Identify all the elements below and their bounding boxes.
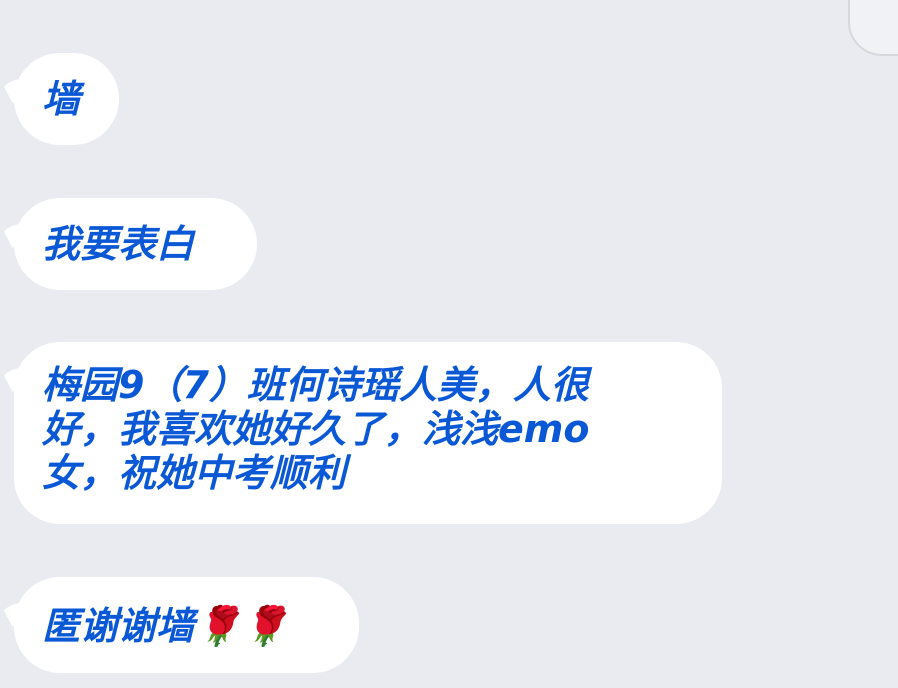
message-bubble[interactable]: 我要表白 <box>14 198 257 290</box>
message-bubble[interactable]: 匿谢谢墙🌹🌹 <box>14 577 359 673</box>
message-text: 匿谢谢墙🌹🌹 <box>42 604 289 648</box>
message-bubble[interactable]: 梅园9（7）班何诗瑶人美，人很 好，我喜欢她好久了，浅浅emo 女，祝她中考顺利 <box>14 342 722 524</box>
message-text: 梅园9（7）班何诗瑶人美，人很 好，我喜欢她好久了，浅浅emo 女，祝她中考顺利 <box>42 363 590 495</box>
chat-thread: 墙 我要表白 梅园9（7）班何诗瑶人美，人很 好，我喜欢她好久了，浅浅emo 女… <box>0 0 898 688</box>
message-text: 墙 <box>42 77 81 121</box>
message-text: 我要表白 <box>42 222 195 266</box>
message-bubble[interactable]: 墙 <box>14 53 119 145</box>
floating-widget[interactable] <box>848 0 898 56</box>
